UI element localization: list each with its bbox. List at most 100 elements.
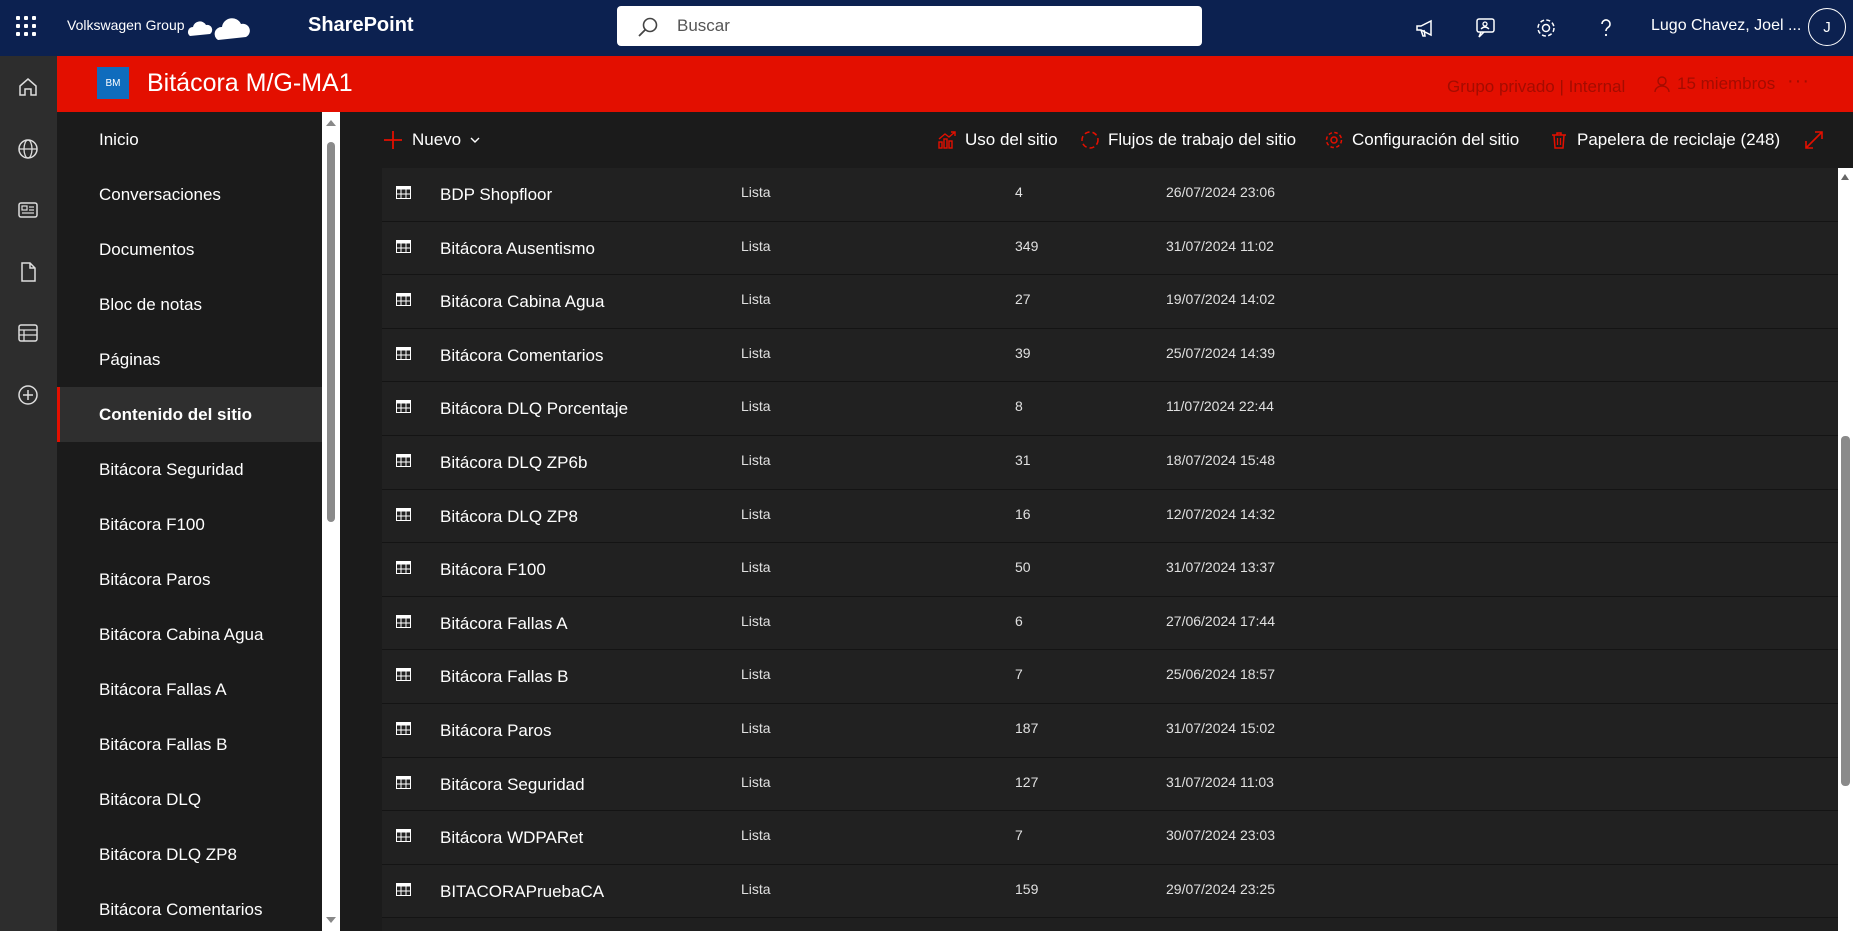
user-name[interactable]: Lugo Chavez, Joel ... [1651, 17, 1801, 35]
nav-scroll-thumb[interactable] [327, 142, 335, 522]
document-icon[interactable] [12, 256, 44, 288]
list-row[interactable]: Bitácora DLQ Porcentaje Lista 8 11/07/2024 … [382, 382, 1838, 436]
new-label: Nuevo [412, 130, 462, 149]
globe-icon[interactable] [12, 133, 44, 165]
list-row[interactable]: Bitácora Cabina Agua Lista 27 19/07/2024 14… [382, 275, 1838, 329]
list-name[interactable]: Bitácora Seguridad [440, 775, 585, 795]
site-workflows-button[interactable]: Flujos de trabajo del sitio [1080, 128, 1296, 152]
list-name[interactable]: Bitácora Cabina Agua [440, 292, 604, 312]
new-button[interactable]: Nuevo [382, 128, 481, 152]
home-icon[interactable] [12, 71, 44, 103]
list-row[interactable]: BDP Shopfloor Lista 4 26/07/2024 23:06 [382, 168, 1838, 222]
nav-item[interactable]: Páginas [57, 332, 322, 387]
nav-item[interactable]: Bitácora F100 [57, 497, 322, 552]
list-type: Lista [741, 612, 771, 629]
list-name[interactable]: Bitácora Ausentismo [440, 239, 595, 259]
megaphone-icon[interactable] [1410, 12, 1442, 44]
site-logo[interactable]: BM [97, 67, 129, 99]
list-modified-date: 25/07/2024 14:39 [1166, 344, 1275, 361]
list-row[interactable]: Bitácora Fallas B Lista 7 25/06/2024 18:57 [382, 650, 1838, 704]
nav-item[interactable]: Bloc de notas [57, 277, 322, 332]
nav-item[interactable]: Bitácora Cabina Agua [57, 607, 322, 662]
list-name[interactable]: Bitácora DLQ ZP6b [440, 453, 587, 473]
site-title[interactable]: Bitácora M/G-MA1 [147, 69, 353, 98]
site-usage-button[interactable]: Uso del sitio [937, 128, 1058, 152]
avatar[interactable]: J [1808, 8, 1846, 46]
list-name[interactable]: BDP Shopfloor [440, 185, 552, 205]
search-box[interactable] [617, 6, 1202, 46]
list-item-count: 27 [1015, 291, 1031, 308]
create-plus-icon[interactable] [12, 379, 44, 411]
list-name[interactable]: BITACORAPruebaCA [440, 882, 604, 902]
list-modified-date: 18/07/2024 15:48 [1166, 452, 1275, 468]
list-type: Lista [741, 880, 771, 897]
scroll-down-icon[interactable] [326, 917, 336, 923]
main-scrollbar[interactable] [1838, 168, 1853, 931]
recycle-bin-label: Papelera de reciclaje (248) [1577, 130, 1781, 149]
nav-item[interactable]: Bitácora DLQ ZP8 [57, 827, 322, 882]
site-settings-button[interactable]: Configuración del sitio [1324, 128, 1519, 152]
search-icon [638, 17, 658, 37]
app-name[interactable]: SharePoint [308, 14, 414, 37]
list-icon [396, 346, 411, 360]
nav-item[interactable]: Inicio [57, 112, 322, 167]
list-modified-date: 30/07/2024 23:03 [1166, 827, 1275, 844]
nav-item[interactable]: Contenido del sitio [57, 387, 322, 442]
list-icon [396, 186, 411, 199]
expand-icon[interactable] [1803, 128, 1825, 152]
list-icon [396, 775, 411, 789]
nav-item[interactable]: Conversaciones [57, 167, 322, 222]
feedback-icon[interactable] [1470, 12, 1502, 44]
list-row[interactable]: Bitácora WDPARet Lista 7 30/07/2024 23:03 [382, 811, 1838, 865]
list-name[interactable]: Bitácora WDPARet [440, 828, 583, 848]
nav-item[interactable]: Bitácora Comentarios [57, 882, 322, 931]
nav-item[interactable]: Bitácora Fallas B [57, 717, 322, 772]
list-name[interactable]: Bitácora DLQ ZP8 [440, 507, 578, 527]
nav-item[interactable]: Bitácora Seguridad [57, 442, 322, 497]
scroll-up-icon[interactable] [1841, 174, 1849, 180]
scroll-up-icon[interactable] [326, 120, 336, 126]
recycle-bin-button[interactable]: Papelera de reciclaje (248) [1549, 128, 1780, 152]
nav-item[interactable]: Documentos [57, 222, 322, 277]
help-icon[interactable] [1590, 12, 1622, 44]
more-options-icon[interactable]: ··· [1787, 70, 1810, 93]
list-name[interactable]: Bitácora Paros [440, 721, 552, 741]
list-row[interactable]: Bitácora DLQ ZP8 Lista 16 12/07/2024 14:32 [382, 489, 1838, 544]
list-row[interactable]: Bitácora Seguridad Lista 127 31/07/2024 11:… [382, 757, 1838, 812]
list-modified-date: 19/07/2024 14:02 [1166, 291, 1275, 308]
list-type: Lista [741, 237, 771, 254]
list-item-count: 16 [1015, 505, 1031, 522]
chart-trend-icon [938, 131, 956, 149]
list-name[interactable]: Bitácora DLQ Porcentaje [440, 399, 628, 419]
settings-gear-icon[interactable] [1530, 12, 1562, 44]
nav-scrollbar[interactable] [322, 112, 340, 931]
nav-item[interactable]: Bitácora Fallas A [57, 662, 322, 717]
list-row[interactable]: BITACORAPruebaCA Lista 159 29/07/2024 23:25 [382, 864, 1838, 919]
nav-item[interactable]: Bitácora Paros [57, 552, 322, 607]
main-scroll-thumb[interactable] [1841, 436, 1850, 786]
list-item-count: 31 [1015, 452, 1031, 468]
app-launcher-icon[interactable] [14, 14, 38, 38]
list-row[interactable]: Bitácora DLQ ZP6b Lista 31 18/07/2024 15:48 [382, 436, 1838, 490]
command-bar: Nuevo Uso del sitio Flujos de trabajo de… [340, 112, 1853, 168]
list-name[interactable]: Bitácora Fallas A [440, 614, 568, 634]
site-workflows-label: Flujos de trabajo del sitio [1108, 130, 1297, 149]
list-type: Lista [741, 398, 771, 415]
site-privacy: Grupo privado | Internal [1447, 77, 1626, 96]
list-row[interactable]: Bitácora Paros Lista 187 31/07/2024 15:02 [382, 704, 1838, 758]
news-icon[interactable] [12, 194, 44, 226]
list-row[interactable]: Bitácora Fallas A Lista 6 27/06/2024 17:44 [382, 596, 1838, 651]
nav-item[interactable]: Bitácora DLQ [57, 772, 322, 827]
list-item-count: 50 [1015, 559, 1031, 576]
list-modified-date: 25/06/2024 18:57 [1166, 666, 1275, 683]
search-input[interactable] [677, 12, 1177, 40]
list-row[interactable]: Bitácora Comentarios Lista 39 25/07/2024 14… [382, 328, 1838, 383]
list-name[interactable]: Bitácora Fallas B [440, 667, 569, 687]
list-row[interactable]: Bitácora Ausentismo Lista 349 31/07/2024 11… [382, 221, 1838, 276]
list-row[interactable]: Bitácora F100 Lista 50 31/07/2024 13:37 [382, 543, 1838, 597]
list-name[interactable]: Bitácora Comentarios [440, 346, 603, 366]
list-icon[interactable] [12, 317, 44, 349]
members-button[interactable]: 15 miembros [1653, 74, 1775, 94]
list-name[interactable]: Bitácora F100 [440, 560, 546, 580]
list-item-count: 349 [1015, 237, 1039, 254]
